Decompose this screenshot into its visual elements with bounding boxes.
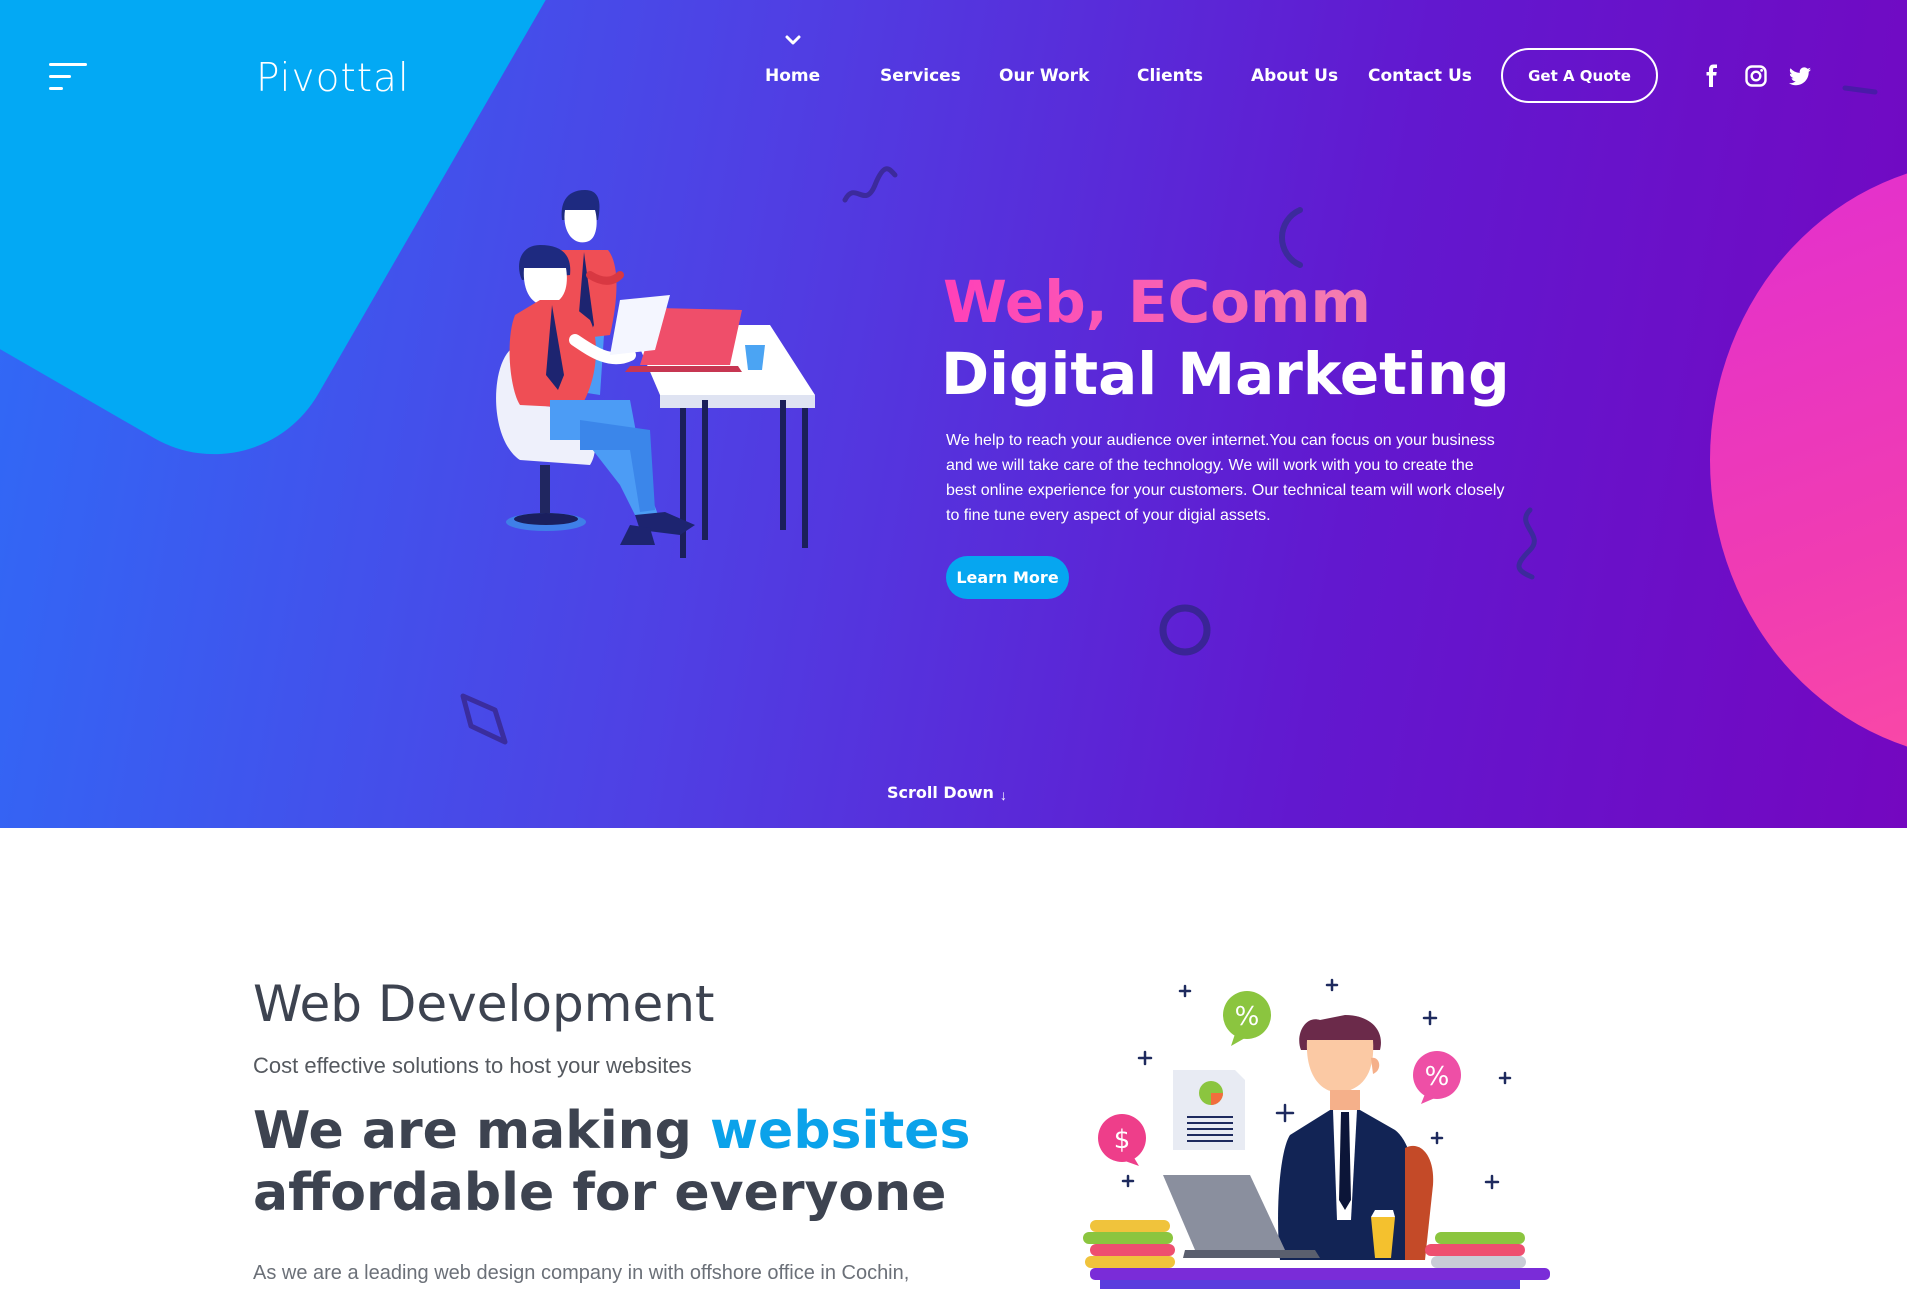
- nav-clients[interactable]: Clients: [1137, 66, 1203, 86]
- menu-toggle-icon[interactable]: [49, 61, 89, 93]
- brand-logo[interactable]: Pivottal: [256, 56, 410, 101]
- decorative-pink-circle: [1710, 160, 1907, 760]
- nav-our-work[interactable]: Our Work: [999, 66, 1089, 86]
- hero-description: We help to reach your audience over inte…: [946, 432, 1505, 524]
- section-title: Web Development: [253, 975, 715, 1033]
- learn-more-button[interactable]: Learn More: [946, 556, 1069, 599]
- nav-about-us[interactable]: About Us: [1251, 66, 1338, 86]
- percent-badge-green: %: [1223, 991, 1271, 1046]
- ring-decoration: [1159, 604, 1211, 656]
- nav-contact-us[interactable]: Contact Us: [1368, 66, 1472, 86]
- web-development-illustration: % % $: [1083, 978, 1550, 1289]
- hero-section: Pivottal Home Services Our Work Clients …: [0, 0, 1907, 828]
- active-nav-chevron-icon: [785, 35, 801, 45]
- nav-services[interactable]: Services: [880, 66, 961, 86]
- percent-badge-green-label: %: [1235, 1002, 1260, 1032]
- hero-illustration: [496, 190, 815, 558]
- percent-badge-pink-label: %: [1425, 1062, 1450, 1092]
- section-subtitle: Cost effective solutions to host your we…: [253, 1053, 692, 1078]
- dollar-badge: $: [1098, 1114, 1146, 1166]
- dash-decoration: [1842, 85, 1878, 95]
- wave-decoration: [1516, 507, 1537, 580]
- diamond-decoration: [460, 693, 508, 745]
- twitter-icon[interactable]: [1788, 64, 1812, 88]
- section-heading: We are making websites affordable for ev…: [253, 1100, 970, 1224]
- section-heading-part2: affordable for everyone: [253, 1163, 947, 1223]
- nav-home[interactable]: Home: [765, 66, 820, 86]
- arrow-down-icon: ↓: [1000, 787, 1007, 803]
- section-heading-part1: We are making: [253, 1101, 711, 1161]
- hero-title-line1: Web, EComm: [943, 268, 1371, 336]
- scroll-down-link[interactable]: Scroll Down: [887, 783, 994, 802]
- get-a-quote-button[interactable]: Get A Quote: [1501, 48, 1658, 103]
- hero-title-line2: Digital Marketing: [941, 340, 1510, 408]
- section-body-text: As we are a leading web design company i…: [253, 1262, 910, 1284]
- section-heading-highlight: websites: [710, 1101, 971, 1161]
- facebook-icon[interactable]: [1700, 64, 1724, 88]
- report-document-icon: [1173, 1070, 1245, 1150]
- dollar-badge-label: $: [1114, 1125, 1131, 1155]
- percent-badge-pink: %: [1413, 1051, 1461, 1104]
- instagram-icon[interactable]: [1744, 64, 1768, 88]
